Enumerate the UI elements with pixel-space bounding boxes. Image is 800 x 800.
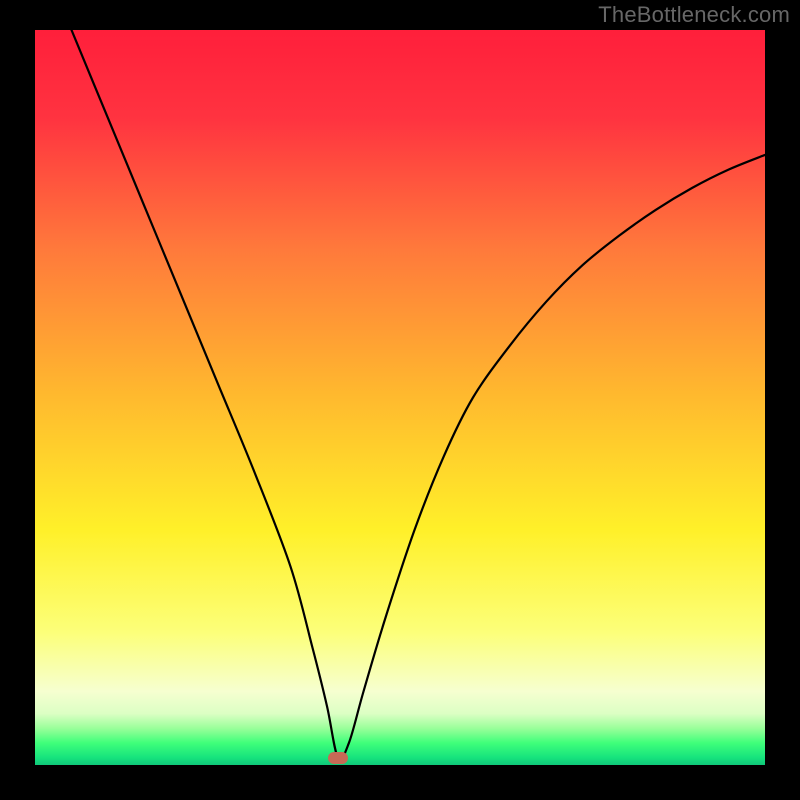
optimal-point-marker <box>328 752 348 764</box>
plot-area <box>35 30 765 765</box>
bottleneck-curve <box>35 30 765 765</box>
chart-frame: TheBottleneck.com <box>0 0 800 800</box>
watermark-text: TheBottleneck.com <box>598 2 790 28</box>
